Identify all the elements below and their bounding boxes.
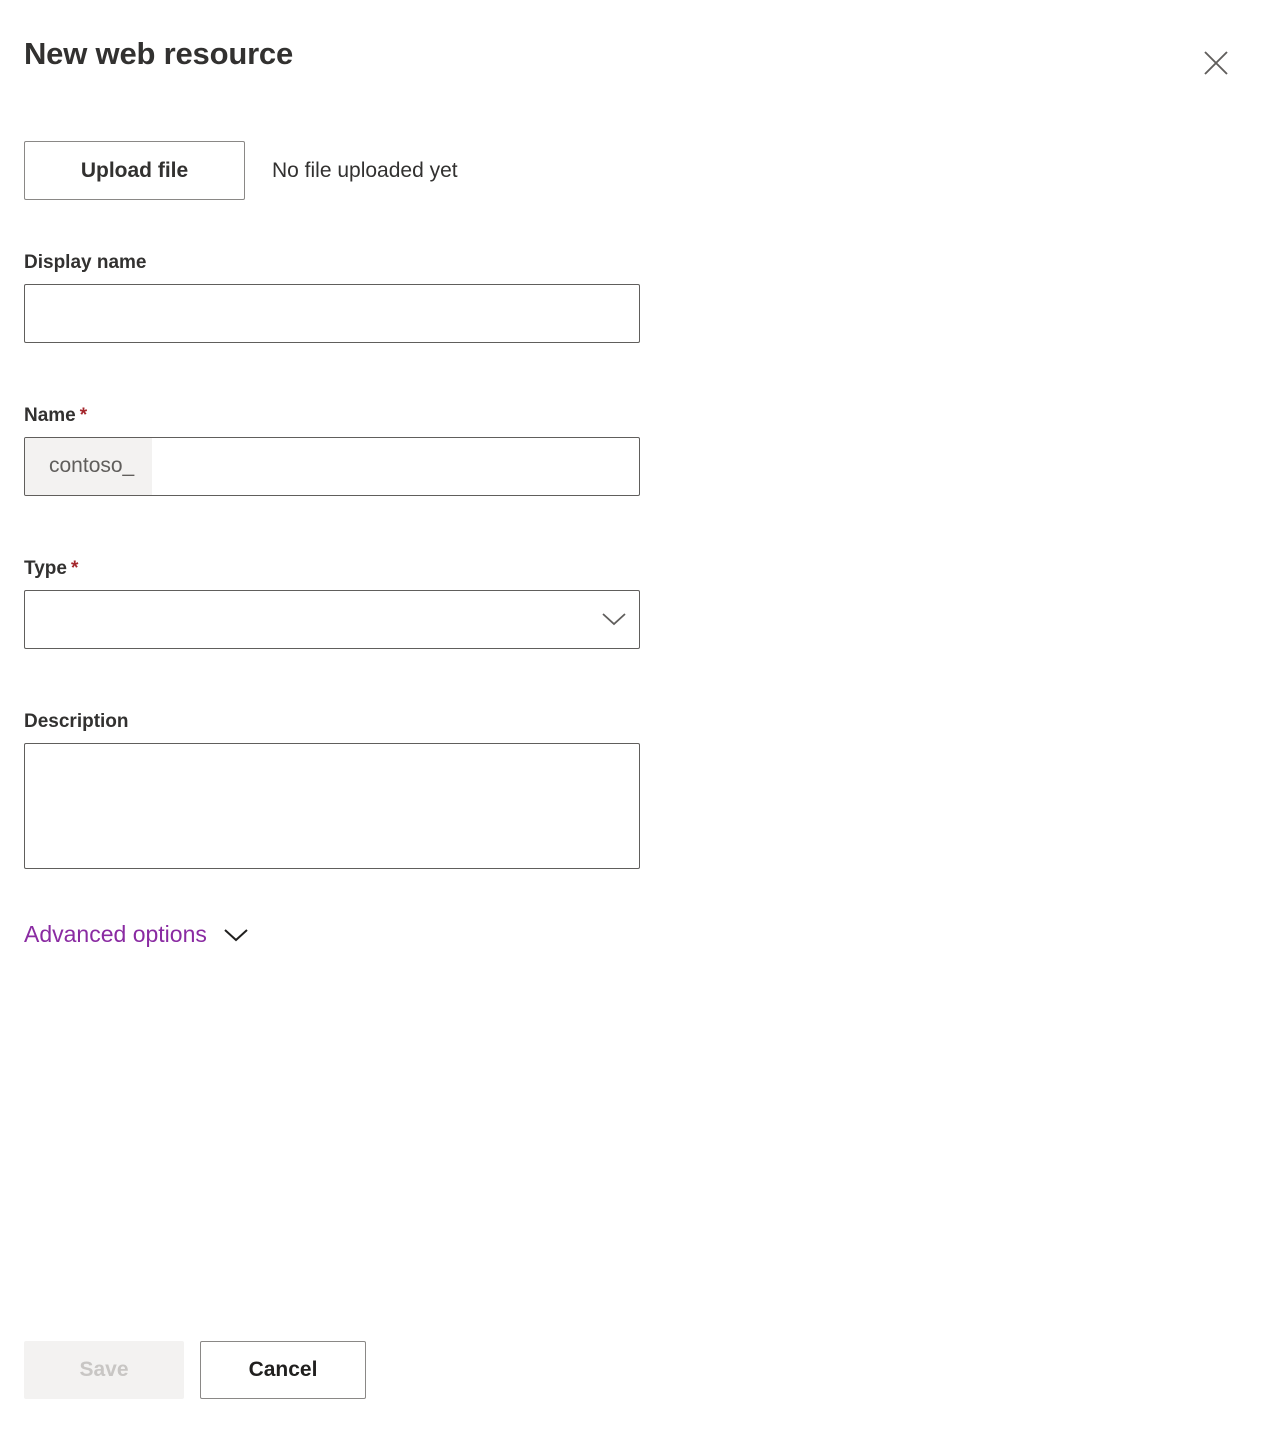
description-label: Description bbox=[24, 711, 129, 732]
close-button[interactable] bbox=[1190, 37, 1242, 89]
type-dropdown[interactable] bbox=[24, 589, 640, 649]
page-title: New web resource bbox=[24, 36, 294, 71]
name-input[interactable] bbox=[152, 437, 639, 495]
type-label-text: Type bbox=[24, 558, 67, 579]
close-icon bbox=[1201, 48, 1231, 78]
chevron-down-icon bbox=[589, 611, 639, 627]
panel-footer: Save Cancel bbox=[24, 1341, 366, 1399]
advanced-options-label: Advanced options bbox=[24, 921, 207, 947]
name-label: Name * bbox=[24, 405, 640, 428]
chevron-down-icon bbox=[223, 927, 249, 943]
save-button[interactable]: Save bbox=[24, 1341, 184, 1399]
new-web-resource-panel: New web resource Upload file No file upl… bbox=[0, 0, 1270, 1430]
upload-status-text: No file uploaded yet bbox=[272, 158, 458, 182]
upload-file-button[interactable]: Upload file bbox=[24, 141, 245, 200]
name-input-wrapper: contoso_ bbox=[24, 436, 640, 496]
display-name-label: Display name bbox=[24, 252, 147, 273]
advanced-options-toggle[interactable]: Advanced options bbox=[24, 921, 249, 948]
name-prefix-label: contoso_ bbox=[25, 437, 153, 495]
upload-row: Upload file No file uploaded yet bbox=[24, 141, 458, 200]
name-required-asterisk: * bbox=[79, 405, 88, 426]
description-textarea[interactable] bbox=[24, 742, 640, 869]
cancel-button[interactable]: Cancel bbox=[200, 1341, 366, 1399]
panel-header: New web resource bbox=[0, 0, 1270, 120]
display-name-field-group: Display name bbox=[24, 252, 640, 343]
display-name-input[interactable] bbox=[24, 283, 640, 343]
name-field-group: Name * contoso_ bbox=[24, 405, 640, 496]
type-field-group: Type * bbox=[24, 558, 640, 649]
description-field-group: Description bbox=[24, 711, 640, 874]
type-label: Type * bbox=[24, 558, 640, 581]
type-required-asterisk: * bbox=[70, 558, 79, 579]
name-label-text: Name bbox=[24, 405, 76, 426]
